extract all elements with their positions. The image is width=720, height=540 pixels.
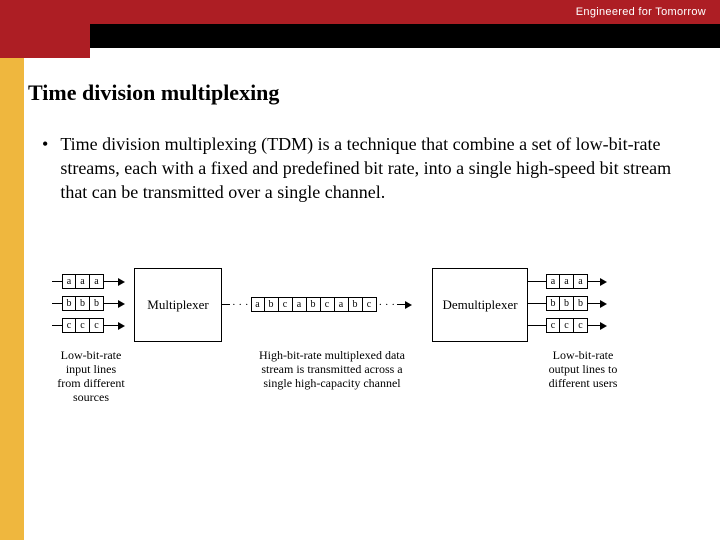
cell: b xyxy=(62,296,76,311)
cell: c xyxy=(279,297,293,312)
brand-text: Engineered for Tomorrow xyxy=(576,0,706,24)
slide: Engineered for Tomorrow Time division mu… xyxy=(0,0,720,540)
cell: a xyxy=(560,274,574,289)
content-area: Time division multiplexing • Time divisi… xyxy=(28,80,700,204)
slide-title: Time division multiplexing xyxy=(28,80,700,106)
multiplexed-stream: · · · a b c a b c a b c · · · xyxy=(222,297,412,312)
cell: a xyxy=(335,297,349,312)
cell: c xyxy=(560,318,574,333)
output-stream-b: b b b xyxy=(528,296,607,311)
bullet-item: • Time division multiplexing (TDM) is a … xyxy=(28,132,700,204)
cell: a xyxy=(62,274,76,289)
bullet-text: Time division multiplexing (TDM) is a te… xyxy=(60,132,700,204)
header-subbar xyxy=(0,24,720,48)
left-accent-bar xyxy=(0,24,24,540)
input-stream-c: c c c xyxy=(52,318,125,333)
cell: b xyxy=(349,297,363,312)
cell: c xyxy=(574,318,588,333)
cell: a xyxy=(546,274,560,289)
cell: b xyxy=(265,297,279,312)
ellipsis: · · · xyxy=(377,299,398,311)
bullet-dot-icon: • xyxy=(42,132,48,204)
cell: b xyxy=(76,296,90,311)
cell: b xyxy=(307,297,321,312)
caption-output: Low-bit-rateoutput lines todifferent use… xyxy=(538,348,628,390)
cell: c xyxy=(321,297,335,312)
cell: c xyxy=(546,318,560,333)
input-stream-a: a a a xyxy=(52,274,125,289)
multiplexer-box: Multiplexer xyxy=(134,268,222,342)
header-notch xyxy=(0,24,90,58)
cell: c xyxy=(90,318,104,333)
cell: b xyxy=(560,296,574,311)
cell: a xyxy=(76,274,90,289)
cell: b xyxy=(574,296,588,311)
caption-input: Low-bit-rateinput linesfrom differentsou… xyxy=(46,348,136,404)
input-stream-b: b b b xyxy=(52,296,125,311)
cell: c xyxy=(363,297,377,312)
output-stream-a: a a a xyxy=(528,274,607,289)
output-stream-c: c c c xyxy=(528,318,607,333)
cell: b xyxy=(90,296,104,311)
cell: b xyxy=(546,296,560,311)
demultiplexer-box: Demultiplexer xyxy=(432,268,528,342)
cell: a xyxy=(293,297,307,312)
cell: a xyxy=(574,274,588,289)
cell: a xyxy=(251,297,265,312)
ellipsis: · · · xyxy=(230,299,251,311)
cell: a xyxy=(90,274,104,289)
cell: c xyxy=(62,318,76,333)
caption-mid: High-bit-rate multiplexed datastream is … xyxy=(242,348,422,390)
tdm-diagram: a a a b b b c c c Multiplexer · · · a b xyxy=(52,268,680,468)
cell: c xyxy=(76,318,90,333)
